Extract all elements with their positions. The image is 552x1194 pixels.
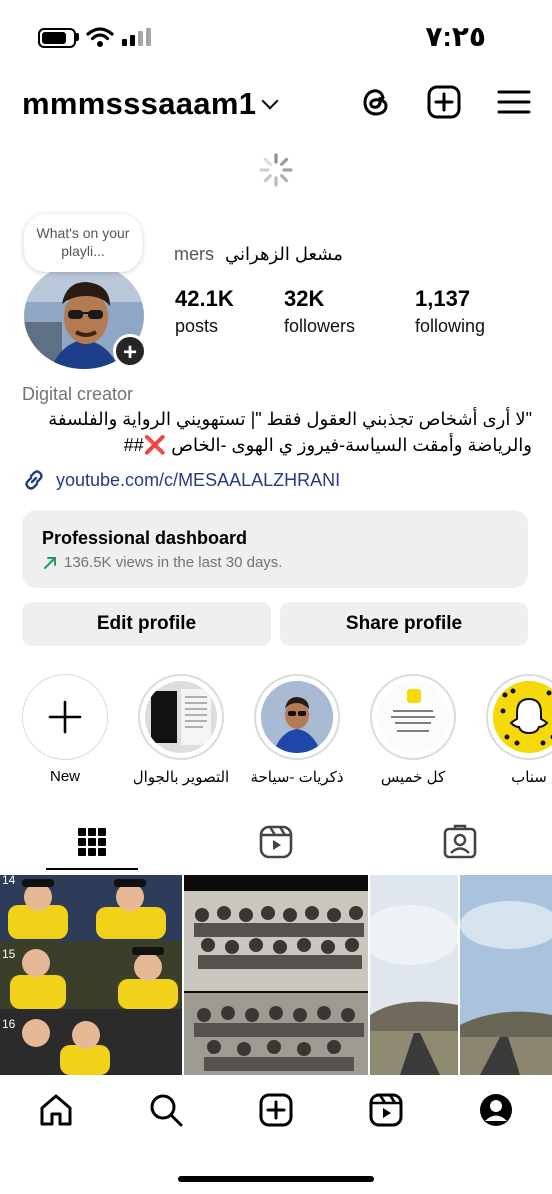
edit-profile-button[interactable]: Edit profile bbox=[22, 602, 271, 646]
add-story-plus-icon[interactable]: + bbox=[113, 334, 147, 368]
highlight-label: ذكريات -سياحة bbox=[250, 769, 344, 786]
bio-line-1: "لا أرى أشخاص تجذبني العقول فقط "| تستهو… bbox=[48, 409, 532, 429]
stat-label: posts bbox=[175, 316, 219, 336]
link-text: youtube.com/c/MESAALALZHRANI bbox=[56, 469, 341, 490]
threads-icon[interactable] bbox=[358, 84, 394, 120]
stat-followers[interactable]: 32K followers bbox=[284, 286, 355, 337]
highlight-label: سناب bbox=[511, 769, 547, 786]
bio: "لا أرى أشخاص تجذبني العقول فقط "| تستهو… bbox=[22, 406, 532, 458]
stat-posts[interactable]: 42.1K posts bbox=[175, 286, 234, 337]
create-post-icon[interactable] bbox=[426, 84, 462, 120]
home-icon[interactable] bbox=[38, 1092, 74, 1128]
loading-spinner-icon bbox=[259, 153, 293, 187]
highlight-new[interactable] bbox=[22, 674, 108, 760]
grid-post[interactable] bbox=[184, 875, 368, 1075]
posts-grid: 14 15 16 bbox=[0, 875, 552, 1075]
tab-grid-icon[interactable] bbox=[72, 822, 112, 862]
add-icon[interactable] bbox=[258, 1092, 294, 1128]
display-name-latin: mers bbox=[174, 244, 214, 264]
dashboard-title: Professional dashboard bbox=[42, 528, 248, 548]
highlight-label: التصوير بالجوال bbox=[132, 769, 230, 786]
stat-label: followers bbox=[284, 316, 356, 336]
highlight-label: New bbox=[49, 768, 80, 785]
category-label: Digital creator bbox=[22, 384, 134, 404]
home-indicator bbox=[178, 1176, 374, 1182]
post-thumbnail-icon bbox=[0, 875, 182, 1075]
bio-line-2: والرياضة وأمقت السياسة-فيروز ي الهوى -ال… bbox=[123, 435, 532, 455]
highlight-label: كل خميس bbox=[380, 769, 446, 786]
post-number: 14 bbox=[2, 875, 16, 887]
highlight-cover-icon bbox=[377, 681, 449, 753]
highlight-snap[interactable] bbox=[486, 674, 552, 760]
grid-post[interactable] bbox=[370, 875, 458, 1075]
post-number: 15 bbox=[2, 947, 16, 961]
profile-icon[interactable] bbox=[478, 1092, 514, 1128]
menu-icon[interactable] bbox=[496, 84, 532, 120]
stat-following[interactable]: 1,137 following bbox=[415, 286, 485, 337]
stat-value: 32K bbox=[284, 286, 325, 311]
post-thumbnail-icon bbox=[184, 875, 368, 1075]
trend-up-icon bbox=[44, 556, 56, 569]
battery-icon bbox=[38, 28, 76, 48]
dashboard-views: 136.5K views in the last 30 days. bbox=[64, 554, 283, 571]
plus-icon bbox=[48, 700, 82, 734]
username: mmmsssaaam1 bbox=[22, 86, 257, 121]
dashboard-subtitle: 136.5K views in the last 30 days. bbox=[42, 554, 282, 571]
stat-value: 1,137 bbox=[415, 286, 471, 311]
battery-cap bbox=[76, 33, 79, 41]
reels-nav-icon[interactable] bbox=[368, 1092, 404, 1128]
stat-label: following bbox=[415, 316, 486, 336]
signal-icon bbox=[122, 28, 152, 46]
post-thumbnail-icon bbox=[370, 875, 458, 1075]
highlight-cover-icon bbox=[145, 681, 217, 753]
post-thumbnail-icon bbox=[460, 875, 552, 1075]
professional-dashboard[interactable]: Professional dashboard 136.5K views in t… bbox=[22, 510, 528, 588]
search-icon[interactable] bbox=[148, 1092, 184, 1128]
wifi-icon bbox=[86, 27, 114, 47]
highlight-memories[interactable] bbox=[254, 674, 340, 760]
tab-reels-icon[interactable] bbox=[256, 822, 296, 862]
tab-tagged-icon[interactable] bbox=[440, 822, 480, 862]
account-switcher[interactable]: mmmsssaaam1 bbox=[22, 82, 279, 126]
status-bar: ٧:٢٥ bbox=[0, 0, 552, 70]
share-profile-button[interactable]: Share profile bbox=[280, 602, 528, 646]
profile-link[interactable]: youtube.com/c/MESAALALZHRANI bbox=[22, 468, 340, 492]
display-name-arabic: مشعل الزهراني bbox=[225, 244, 343, 264]
stat-value: 42.1K bbox=[175, 286, 234, 311]
grid-post[interactable] bbox=[460, 875, 552, 1075]
post-number: 16 bbox=[2, 1017, 16, 1031]
note-bubble[interactable]: What's on your playli... bbox=[24, 214, 142, 272]
display-name: mers مشعل الزهراني bbox=[174, 244, 343, 265]
active-tab-indicator bbox=[46, 868, 138, 870]
clock: ٧:٢٥ bbox=[425, 21, 486, 52]
link-icon bbox=[25, 470, 43, 490]
snapcode-icon bbox=[493, 681, 552, 753]
chevron-down-icon bbox=[261, 92, 279, 110]
highlight-cover-icon bbox=[261, 681, 333, 753]
highlight-photography[interactable] bbox=[138, 674, 224, 760]
highlight-every-thursday[interactable] bbox=[370, 674, 456, 760]
grid-post[interactable]: 14 15 16 bbox=[0, 875, 182, 1075]
